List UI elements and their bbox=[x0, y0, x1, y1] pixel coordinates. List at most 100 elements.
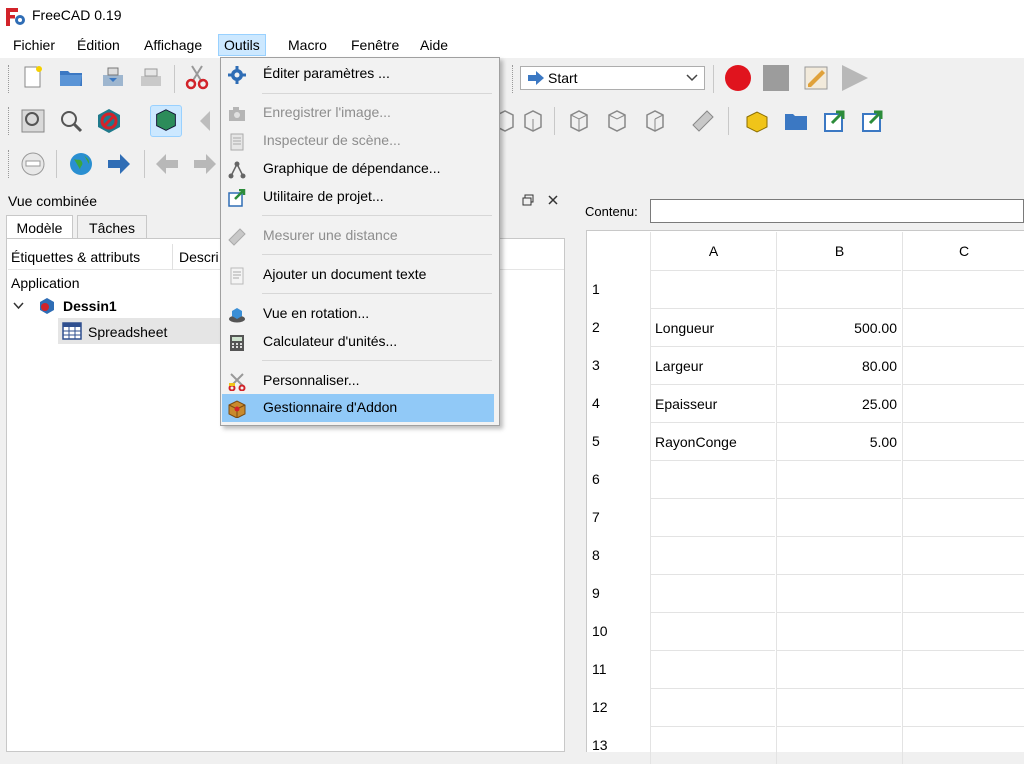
cell-c3[interactable] bbox=[902, 346, 1024, 384]
view-front-icon[interactable] bbox=[566, 108, 592, 134]
part-icon[interactable] bbox=[744, 108, 770, 134]
cell-a1[interactable] bbox=[650, 270, 775, 308]
float-panel-icon[interactable] bbox=[522, 194, 534, 206]
cell-c4[interactable] bbox=[902, 384, 1024, 422]
cell-c8[interactable] bbox=[902, 536, 1024, 574]
cell-b5[interactable]: 5.00 bbox=[776, 422, 901, 460]
fit-all-icon[interactable] bbox=[20, 108, 46, 134]
save-icon[interactable] bbox=[100, 64, 126, 90]
cell-a8[interactable] bbox=[650, 536, 775, 574]
tools-menu-item[interactable]: Calculateur d'unités... bbox=[222, 328, 494, 356]
cell-content-input[interactable] bbox=[650, 199, 1024, 223]
cell-a4[interactable]: Epaisseur bbox=[650, 384, 775, 422]
cell-c5[interactable] bbox=[902, 422, 1024, 460]
toolbar-grip[interactable] bbox=[512, 65, 517, 93]
draw-style-icon[interactable] bbox=[96, 108, 122, 134]
row-header[interactable]: 12 bbox=[587, 688, 649, 726]
view-left-arrow-icon[interactable] bbox=[196, 108, 222, 134]
cell-b11[interactable] bbox=[776, 650, 901, 688]
chevron-down-icon[interactable] bbox=[13, 302, 24, 310]
cell-a9[interactable] bbox=[650, 574, 775, 612]
open-folder-icon[interactable] bbox=[58, 64, 84, 90]
close-icon[interactable] bbox=[547, 194, 559, 206]
cell-a5[interactable]: RayonConge bbox=[650, 422, 775, 460]
menu-outils[interactable]: Outils bbox=[218, 34, 266, 56]
cell-c6[interactable] bbox=[902, 460, 1024, 498]
tree-object-spreadsheet[interactable]: Spreadsheet bbox=[88, 324, 167, 340]
toolbar-grip[interactable] bbox=[8, 65, 13, 93]
tools-menu-item[interactable]: Personnaliser... bbox=[222, 367, 494, 395]
toolbar-grip[interactable] bbox=[8, 107, 13, 135]
cell-a13[interactable] bbox=[650, 726, 775, 764]
view-bottom-icon[interactable] bbox=[520, 108, 546, 134]
row-header[interactable]: 4 bbox=[587, 384, 649, 422]
tools-menu-item[interactable]: Utilitaire de projet... bbox=[222, 183, 494, 211]
row-header[interactable]: 6 bbox=[587, 460, 649, 498]
row-header[interactable]: 13 bbox=[587, 726, 649, 764]
cell-b10[interactable] bbox=[776, 612, 901, 650]
view-right-icon[interactable] bbox=[642, 108, 668, 134]
workbench-icon[interactable] bbox=[20, 151, 46, 177]
forward-arrow-icon[interactable] bbox=[106, 151, 132, 177]
cell-b2[interactable]: 500.00 bbox=[776, 308, 901, 346]
cell-c2[interactable] bbox=[902, 308, 1024, 346]
menu-affichage[interactable]: Affichage bbox=[139, 35, 207, 55]
cell-b7[interactable] bbox=[776, 498, 901, 536]
cell-a6[interactable] bbox=[650, 460, 775, 498]
menu-fichier[interactable]: Fichier bbox=[8, 35, 60, 55]
row-header[interactable]: 5 bbox=[587, 422, 649, 460]
cell-b13[interactable] bbox=[776, 726, 901, 764]
measure-icon[interactable] bbox=[690, 108, 716, 134]
cell-b9[interactable] bbox=[776, 574, 901, 612]
run-macro-icon[interactable] bbox=[840, 64, 870, 92]
row-header[interactable]: 1 bbox=[587, 270, 649, 308]
column-header[interactable]: C bbox=[902, 232, 1024, 274]
tools-menu-item[interactable]: Gestionnaire d'Addon bbox=[222, 394, 494, 422]
tab-taches[interactable]: Tâches bbox=[77, 215, 147, 239]
menu-fenetre[interactable]: Fenêtre bbox=[346, 35, 404, 55]
column-header[interactable]: B bbox=[776, 232, 902, 274]
new-document-icon[interactable] bbox=[20, 64, 46, 90]
save-as-icon[interactable] bbox=[138, 64, 164, 90]
tools-menu-item[interactable]: Graphique de dépendance... bbox=[222, 155, 494, 183]
cell-b6[interactable] bbox=[776, 460, 901, 498]
tree-column-labels[interactable]: Étiquettes & attributs bbox=[11, 249, 140, 265]
tree-document-dessin1[interactable]: Dessin1 bbox=[63, 298, 117, 314]
row-header[interactable]: 7 bbox=[587, 498, 649, 536]
cell-a10[interactable] bbox=[650, 612, 775, 650]
cell-a2[interactable]: Longueur bbox=[650, 308, 775, 346]
cell-b8[interactable] bbox=[776, 536, 901, 574]
tools-menu-item[interactable]: Éditer paramètres ... bbox=[222, 60, 494, 88]
cell-c9[interactable] bbox=[902, 574, 1024, 612]
tools-menu-item[interactable]: Vue en rotation... bbox=[222, 300, 494, 328]
row-header[interactable]: 11 bbox=[587, 650, 649, 688]
edit-macro-icon[interactable] bbox=[802, 64, 830, 92]
cell-c7[interactable] bbox=[902, 498, 1024, 536]
bounding-box-icon[interactable] bbox=[150, 105, 182, 137]
cell-b1[interactable] bbox=[776, 270, 901, 308]
row-header[interactable]: 8 bbox=[587, 536, 649, 574]
cell-b12[interactable] bbox=[776, 688, 901, 726]
row-header[interactable]: 2 bbox=[587, 308, 649, 346]
cell-c1[interactable] bbox=[902, 270, 1024, 308]
row-header[interactable]: 10 bbox=[587, 612, 649, 650]
fit-selection-icon[interactable] bbox=[58, 108, 84, 134]
column-header[interactable]: A bbox=[650, 232, 776, 274]
group-folder-icon[interactable] bbox=[783, 108, 809, 134]
cell-b4[interactable]: 25.00 bbox=[776, 384, 901, 422]
row-header[interactable]: 3 bbox=[587, 346, 649, 384]
cell-a11[interactable] bbox=[650, 650, 775, 688]
view-top-icon[interactable] bbox=[604, 108, 630, 134]
menu-aide[interactable]: Aide bbox=[415, 35, 453, 55]
panel-splitter[interactable] bbox=[568, 190, 574, 752]
menu-edition[interactable]: Édition bbox=[72, 35, 125, 55]
cell-b3[interactable]: 80.00 bbox=[776, 346, 901, 384]
row-header[interactable]: 9 bbox=[587, 574, 649, 612]
tools-menu-item[interactable]: Ajouter un document texte bbox=[222, 261, 494, 289]
menu-macro[interactable]: Macro bbox=[283, 35, 332, 55]
cell-c13[interactable] bbox=[902, 726, 1024, 764]
tab-modele[interactable]: Modèle bbox=[6, 215, 73, 240]
next-arrow-icon[interactable] bbox=[192, 151, 218, 177]
cell-c12[interactable] bbox=[902, 688, 1024, 726]
web-globe-icon[interactable] bbox=[68, 151, 94, 177]
